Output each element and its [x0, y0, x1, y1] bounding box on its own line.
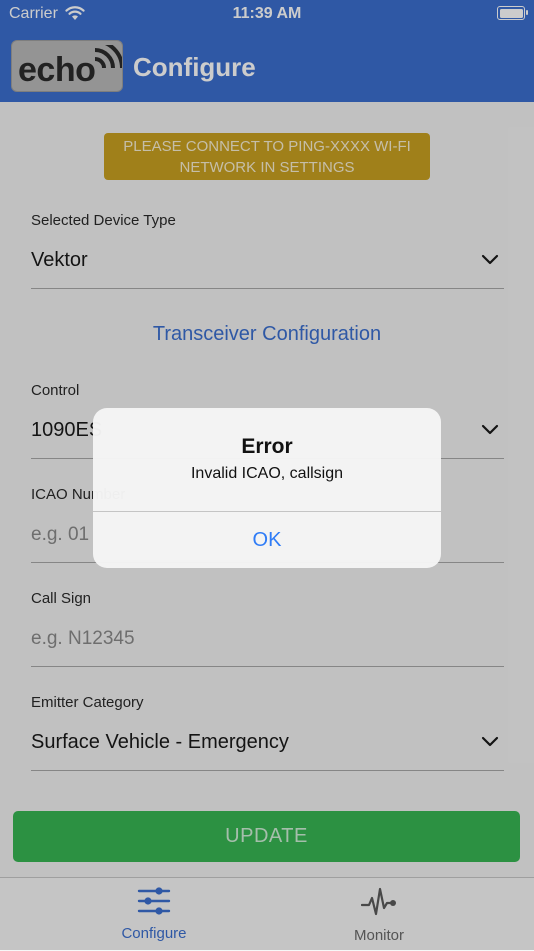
- ok-button[interactable]: OK: [93, 512, 441, 568]
- alert-message: Invalid ICAO, callsign: [190, 465, 344, 482]
- error-alert: Error Invalid ICAO, callsign OK: [93, 408, 441, 568]
- alert-title: Error: [241, 435, 293, 458]
